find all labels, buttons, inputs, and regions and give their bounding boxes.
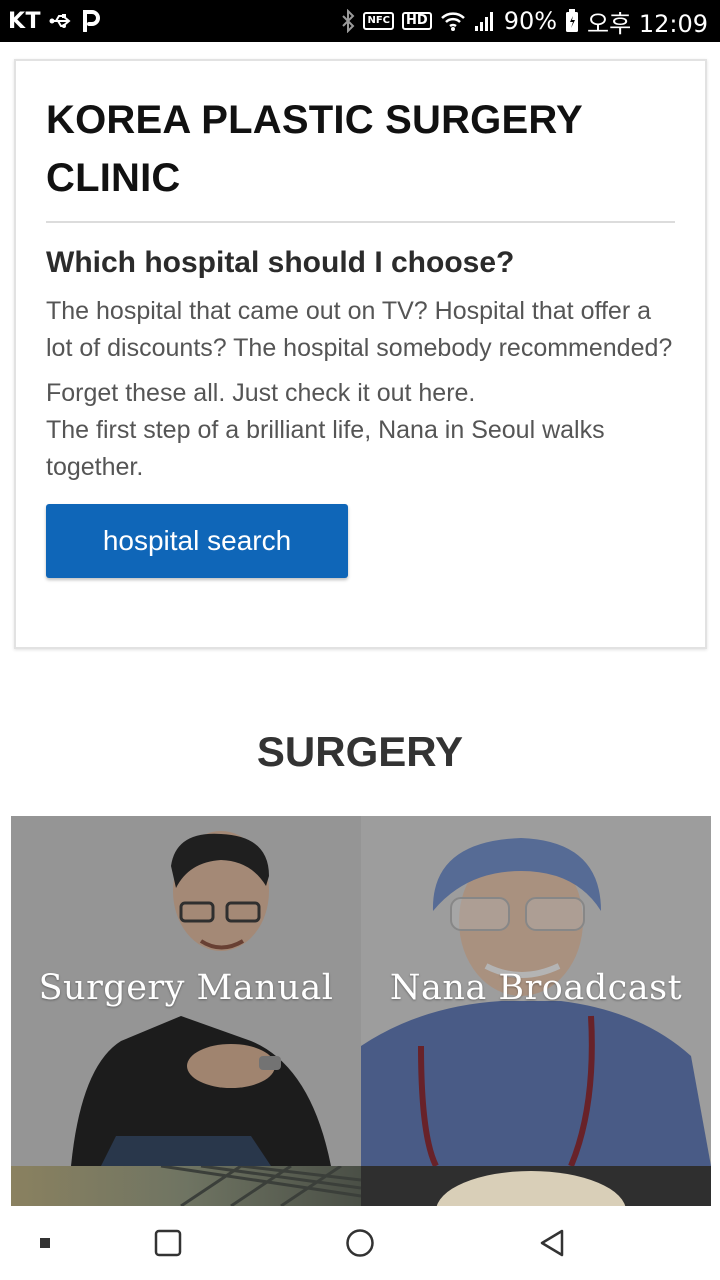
- status-bar: KT NFC HD 90% 오후 12:09: [0, 0, 720, 42]
- surgery-section-title: SURGERY: [256, 728, 464, 775]
- battery-icon: [565, 9, 579, 33]
- parking-p-icon: [81, 10, 101, 32]
- signal-icon: [474, 10, 496, 32]
- battery-percent: 90%: [503, 7, 558, 35]
- tile-4[interactable]: [361, 1166, 711, 1206]
- home-circle-icon[interactable]: [330, 1206, 390, 1280]
- card-title: KOREA PLASTIC SURGERY CLINIC: [46, 91, 675, 223]
- navigation-bar: [0, 1206, 720, 1280]
- bluetooth-icon: [341, 9, 355, 33]
- tile-3[interactable]: [11, 1166, 361, 1206]
- surgery-manual-tile[interactable]: Surgery Manual: [11, 816, 361, 1166]
- call-to-action-line-1: Forget these all. Just check it out here…: [46, 379, 476, 407]
- wifi-icon: [440, 10, 466, 32]
- portrait-photo-image: [436, 1171, 626, 1206]
- clinic-info-card: KOREA PLASTIC SURGERY CLINIC Which hospi…: [14, 59, 707, 649]
- carrier-label: KT: [8, 8, 42, 34]
- recents-dot-icon[interactable]: [20, 1206, 70, 1280]
- call-to-action-line-2: The first step of a brilliant life, Nana…: [46, 416, 605, 481]
- overview-square-icon[interactable]: [140, 1206, 196, 1280]
- nana-broadcast-label: Nana Broadcast: [389, 968, 683, 1008]
- card-paragraph-intro: The hospital that came out on TV? Hospit…: [46, 297, 673, 362]
- hospital-search-button[interactable]: hospital search: [46, 504, 348, 578]
- usb-icon: [49, 11, 73, 31]
- status-bar-left: KT: [8, 9, 101, 34]
- status-bar-right: NFC HD 90% 오후 12:09: [341, 4, 708, 39]
- nana-broadcast-tile[interactable]: Nana Broadcast: [361, 816, 711, 1166]
- hd-icon: HD: [402, 12, 432, 30]
- clock: 오후 12:09: [587, 9, 708, 38]
- surgery-manual-label: Surgery Manual: [38, 968, 334, 1008]
- card-paragraph-call-to-action: Forget these all. Just check it out here…: [46, 375, 675, 486]
- back-triangle-icon[interactable]: [522, 1206, 582, 1280]
- surgery-tiles-grid: Surgery Manual Nana Broadcast: [11, 816, 711, 1206]
- card-subtitle: Which hospital should I choose?: [46, 246, 515, 279]
- building-photo-image: [160, 1166, 361, 1206]
- nfc-icon: NFC: [363, 12, 395, 30]
